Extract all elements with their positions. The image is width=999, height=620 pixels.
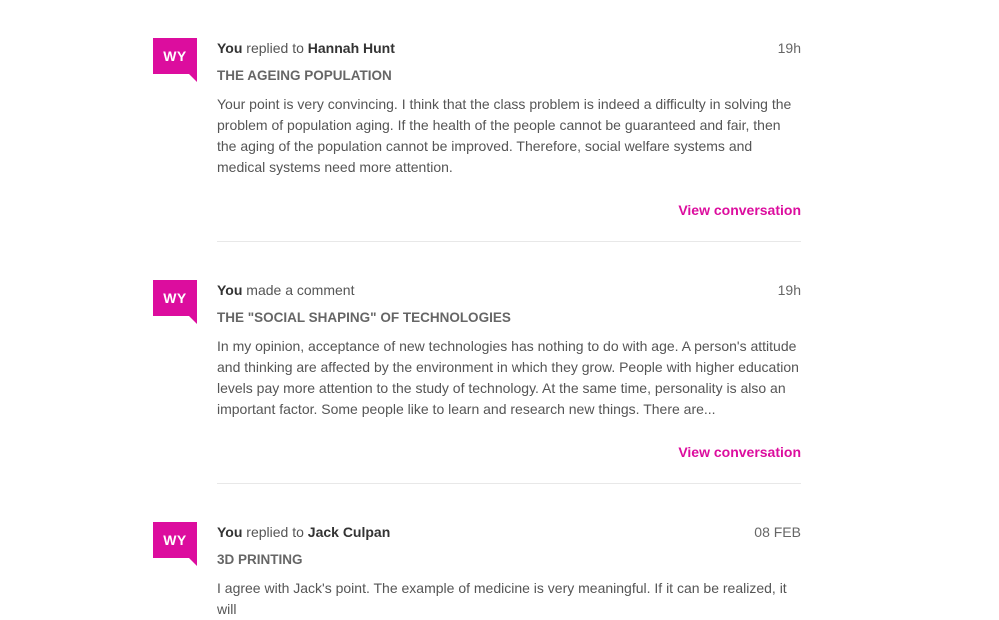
topic-title[interactable]: 3D PRINTING [217,551,801,569]
activity-item: WY You made a comment 19h THE "SOCIAL SH… [153,242,801,484]
activity-meta: You replied to Hannah Hunt 19h [217,38,801,58]
activity-item: WY You replied to Jack Culpan 08 FEB 3D … [153,484,801,620]
activity-meta: You made a comment 19h [217,280,801,300]
avatar[interactable]: WY [153,280,197,324]
action-text: made a comment [246,282,355,298]
action-text: replied to [246,524,304,540]
topic-title[interactable]: THE AGEING POPULATION [217,67,801,85]
comment-text: Your point is very convincing. I think t… [217,96,792,175]
actor-name: You [217,282,243,298]
view-conversation-link[interactable]: View conversation [217,442,801,462]
target-user[interactable]: Hannah Hunt [308,40,395,56]
comment-text: I agree with Jack's point. The example o… [217,580,787,617]
actor-name: You [217,40,243,56]
avatar[interactable]: WY [153,522,197,566]
activity-meta: You replied to Jack Culpan 08 FEB [217,522,801,542]
target-user[interactable]: Jack Culpan [308,524,390,540]
action-text: replied to [246,40,304,56]
timestamp: 08 FEB [754,524,801,540]
activity-feed: WY You replied to Hannah Hunt 19h THE AG… [153,0,801,620]
timestamp: 19h [777,282,801,298]
comment-text: In my opinion, acceptance of new technol… [217,338,799,417]
timestamp: 19h [777,40,801,56]
view-conversation-link[interactable]: View conversation [217,200,801,220]
actor-name: You [217,524,243,540]
topic-title[interactable]: THE "SOCIAL SHAPING" OF TECHNOLOGIES [217,309,801,327]
activity-item: WY You replied to Hannah Hunt 19h THE AG… [153,0,801,242]
avatar[interactable]: WY [153,38,197,82]
